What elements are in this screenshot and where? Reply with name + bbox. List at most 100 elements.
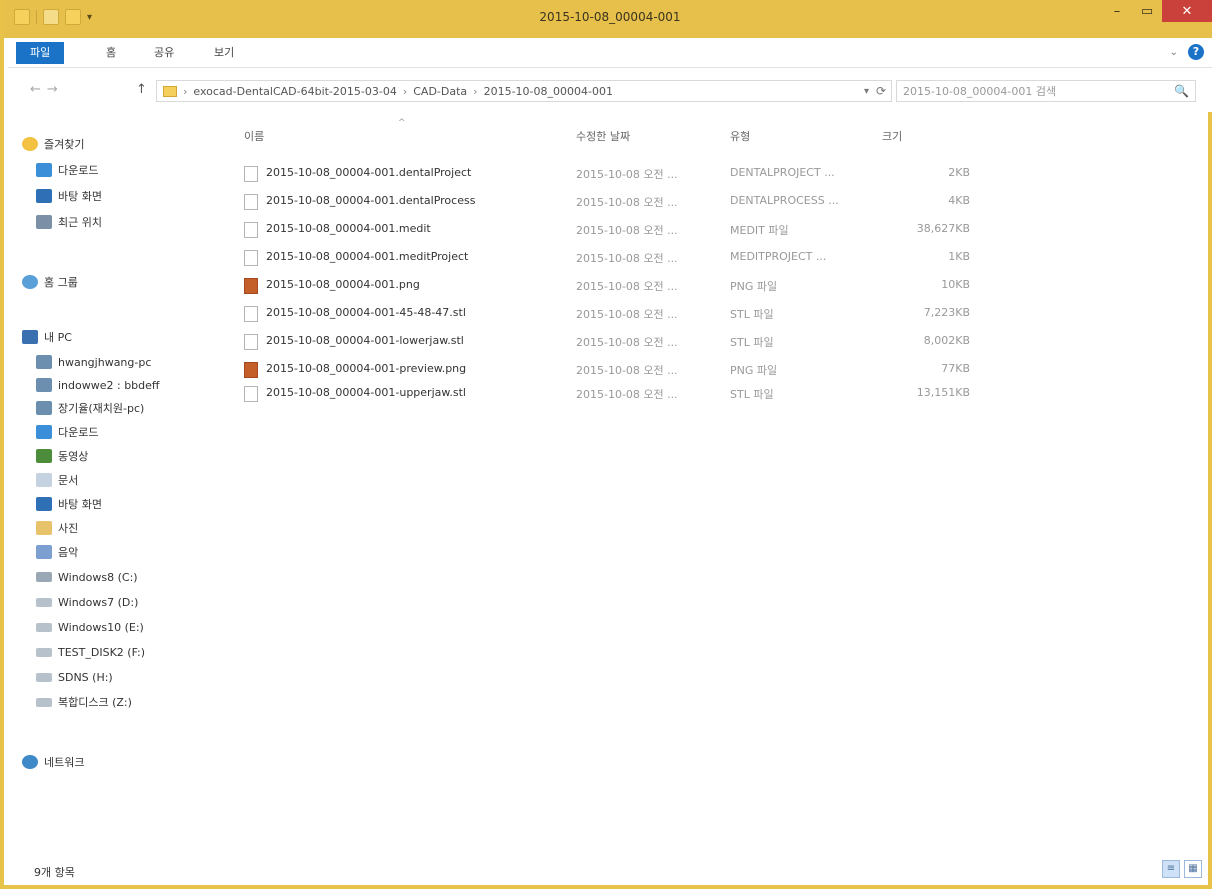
nav-item-user-pc[interactable]: 장기율(재치원-pc) <box>36 398 144 418</box>
file-type: MEDITPROJECT ... <box>730 250 827 263</box>
up-button[interactable]: ↑ <box>136 82 147 97</box>
column-header-date[interactable]: 수정한 날짜 <box>576 128 630 144</box>
column-header-size[interactable]: 크기 <box>882 128 902 144</box>
maximize-button[interactable]: ▭ <box>1132 0 1162 22</box>
column-header-name[interactable]: 이름 <box>244 128 264 144</box>
nav-item-desktop[interactable]: 바탕 화면 <box>36 186 102 206</box>
file-size: 7,223KB <box>923 306 970 319</box>
nav-item-desktop[interactable]: 바탕 화면 <box>36 494 102 514</box>
file-row[interactable]: 2015-10-08_00004-001-lowerjaw.stl 2015-1… <box>244 330 984 352</box>
nav-item-videos[interactable]: 동영상 <box>36 446 88 466</box>
status-bar: 9개 항목 ≡ ▦ <box>8 856 1212 886</box>
file-row[interactable]: 2015-10-08_00004-001-upperjaw.stl 2015-1… <box>244 382 984 404</box>
close-button[interactable]: ✕ <box>1162 0 1212 22</box>
file-row[interactable]: 2015-10-08_00004-001.medit 2015-10-08 오전… <box>244 218 984 240</box>
nav-item-this-pc[interactable]: 내 PC <box>22 327 72 347</box>
tab-share[interactable]: 공유 <box>144 42 184 64</box>
file-type: STL 파일 <box>730 308 774 321</box>
help-icon[interactable]: ? <box>1188 44 1204 60</box>
tab-view[interactable]: 보기 <box>204 42 244 64</box>
file-icon <box>244 386 258 402</box>
recent-icon <box>36 215 52 229</box>
file-date: 2015-10-08 오전 ... <box>576 364 678 377</box>
nav-item-label: Windows10 (E:) <box>58 620 144 634</box>
file-type: DENTALPROJECT ... <box>730 166 835 179</box>
nav-item-label: 최근 위치 <box>58 216 102 229</box>
breadcrumb-item[interactable]: 2015-10-08_00004-001 <box>484 85 613 98</box>
nav-item-label: 다운로드 <box>58 164 99 177</box>
nav-item-label: indowwe2 : bbdeff <box>58 378 160 392</box>
file-row[interactable]: 2015-10-08_00004-001-preview.png 2015-10… <box>244 358 984 380</box>
column-header-type[interactable]: 유형 <box>730 128 750 144</box>
file-type: DENTALPROCESS ... <box>730 194 839 207</box>
file-row[interactable]: 2015-10-08_00004-001.dentalProcess 2015-… <box>244 190 984 212</box>
tab-file[interactable]: 파일 <box>16 42 65 64</box>
nav-item-label: TEST_DISK2 (F:) <box>58 645 146 659</box>
nav-item-drive-d[interactable]: Windows7 (D:) <box>36 592 138 612</box>
nav-item-drive-f[interactable]: TEST_DISK2 (F:) <box>36 642 145 662</box>
nav-item-drive-c[interactable]: Windows8 (C:) <box>36 567 138 587</box>
nav-item-label: 즐겨찾기 <box>44 138 85 151</box>
large-icons-view-icon[interactable]: ▦ <box>1184 860 1202 878</box>
video-icon <box>36 449 52 463</box>
breadcrumb-separator: › <box>402 84 408 98</box>
expand-ribbon-icon[interactable]: ⌄ <box>1170 47 1178 58</box>
nav-item-network[interactable]: 네트워크 <box>22 752 84 772</box>
nav-item-drive-z[interactable]: 복합디스크 (Z:) <box>36 692 132 712</box>
desktop-icon <box>36 189 52 203</box>
drive-icon <box>36 647 52 657</box>
file-row[interactable]: 2015-10-08_00004-001-45-48-47.stl 2015-1… <box>244 302 984 324</box>
file-row[interactable]: 2015-10-08_00004-001.png 2015-10-08 오전 .… <box>244 274 984 296</box>
nav-item-favorites[interactable]: 즐겨찾기 <box>22 134 84 154</box>
search-input[interactable]: 2015-10-08_00004-001 검색 🔍 <box>896 80 1196 102</box>
tab-home[interactable]: 홈 <box>96 42 126 64</box>
file-date: 2015-10-08 오전 ... <box>576 252 678 265</box>
music-icon <box>36 545 52 559</box>
file-row[interactable]: 2015-10-08_00004-001.meditProject 2015-1… <box>244 246 984 268</box>
navigation-pane: 즐겨찾기 다운로드 바탕 화면 최근 위치 홈 그룹 내 PC hwangjhw… <box>22 112 232 842</box>
file-name: 2015-10-08_00004-001.dentalProject <box>266 166 472 179</box>
nav-item-drive-e[interactable]: Windows10 (E:) <box>36 617 144 637</box>
file-icon <box>244 222 258 238</box>
forward-icon[interactable]: → <box>47 82 58 97</box>
download-icon <box>36 425 52 439</box>
back-icon[interactable]: ← <box>30 82 41 97</box>
nav-item-downloads[interactable]: 다운로드 <box>36 422 98 442</box>
document-icon <box>36 473 52 487</box>
address-bar[interactable]: › exocad-DentalCAD-64bit-2015-03-04 › CA… <box>156 80 892 102</box>
nav-item-user-pc[interactable]: hwangjhwang-pc <box>36 352 151 372</box>
ribbon-tabs: 파일 홈 공유 보기 ⌄ ? <box>8 38 1212 68</box>
nav-item-homegroup[interactable]: 홈 그룹 <box>22 272 78 292</box>
file-size: 77KB <box>941 362 970 375</box>
nav-item-downloads[interactable]: 다운로드 <box>36 160 98 180</box>
file-icon <box>244 194 258 210</box>
user-pc-icon <box>36 401 52 415</box>
file-name: 2015-10-08_00004-001-45-48-47.stl <box>266 306 466 319</box>
search-icon[interactable]: 🔍 <box>1174 84 1189 98</box>
file-date: 2015-10-08 오전 ... <box>576 388 678 401</box>
nav-item-drive-h[interactable]: SDNS (H:) <box>36 667 113 687</box>
file-type: STL 파일 <box>730 388 774 401</box>
explorer-window: ▾ 2015-10-08_00004-001 – ▭ ✕ 파일 홈 공유 보기 … <box>0 0 1212 889</box>
breadcrumb-item[interactable]: CAD-Data <box>413 85 467 98</box>
ribbon-right-controls: ⌄ ? <box>1170 44 1204 60</box>
address-dropdown-icon[interactable]: ▾ <box>864 86 869 97</box>
file-row[interactable]: 2015-10-08_00004-001.dentalProject 2015-… <box>244 162 984 184</box>
folder-icon <box>163 85 177 97</box>
minimize-button[interactable]: – <box>1102 0 1132 22</box>
file-size: 1KB <box>948 250 970 263</box>
nav-item-recent[interactable]: 최근 위치 <box>36 212 102 232</box>
item-count: 9개 항목 <box>34 866 75 879</box>
nav-item-pictures[interactable]: 사진 <box>36 518 78 538</box>
nav-item-label: 장기율(재치원-pc) <box>58 402 145 415</box>
file-date: 2015-10-08 오전 ... <box>576 224 678 237</box>
drive-icon <box>36 622 52 632</box>
address-row: ← → ↑ › exocad-DentalCAD-64bit-2015-03-0… <box>8 68 1212 112</box>
nav-item-music[interactable]: 음악 <box>36 542 78 562</box>
refresh-icon[interactable]: ⟳ <box>876 84 886 98</box>
details-view-icon[interactable]: ≡ <box>1162 860 1180 878</box>
nav-item-documents[interactable]: 문서 <box>36 470 78 490</box>
breadcrumb-item[interactable]: exocad-DentalCAD-64bit-2015-03-04 <box>193 85 396 98</box>
download-icon <box>36 163 52 177</box>
nav-item-user-pc[interactable]: indowwe2 : bbdeff <box>36 375 160 395</box>
